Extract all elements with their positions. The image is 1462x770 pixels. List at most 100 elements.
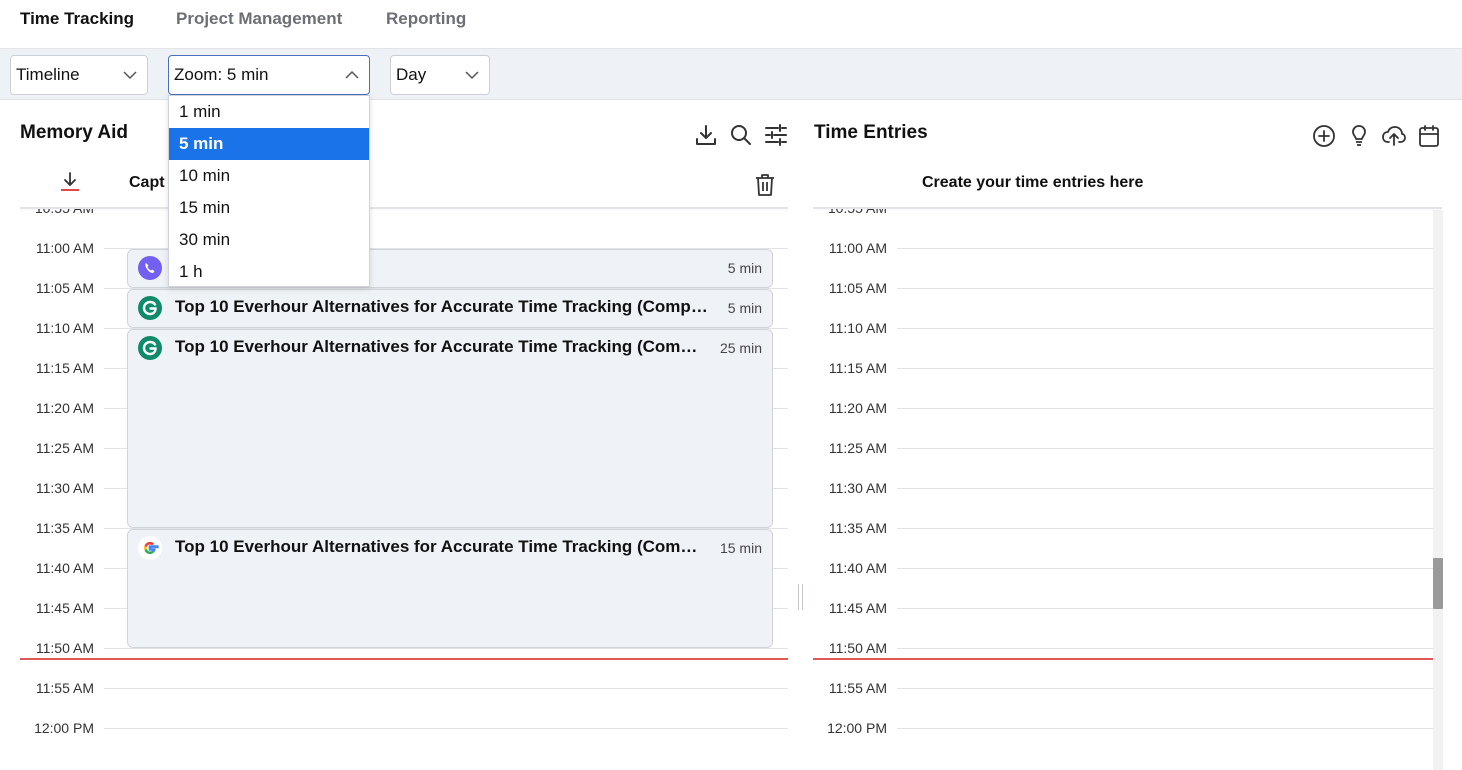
google-icon: [138, 536, 162, 560]
tab-project-management[interactable]: Project Management: [176, 9, 342, 29]
activity-duration: 5 min: [727, 260, 762, 276]
grid-line: [897, 608, 1433, 609]
toolbar: Timeline Zoom: 5 min Day: [0, 49, 1462, 100]
timeline-row[interactable]: 11:25 AM: [813, 440, 1442, 488]
panel-splitter[interactable]: [797, 584, 805, 610]
activity-title: Top 10 Everhour Alternatives for Accurat…: [175, 297, 711, 316]
activity-block[interactable]: Top 10 Everhour Alternatives for Accurat…: [127, 529, 773, 648]
capture-label: Capt: [129, 174, 165, 191]
filter-sliders-icon[interactable]: [764, 123, 788, 147]
timeline-row[interactable]: 11:15 AM: [813, 360, 1442, 408]
create-entries-hint: Create your time entries here: [922, 174, 1144, 191]
timeline-row[interactable]: 11:35 AM: [813, 520, 1442, 568]
time-label: 11:15 AM: [35, 360, 94, 376]
time-label: 12:00 PM: [827, 720, 887, 736]
time-entries-title: Time Entries: [814, 122, 928, 143]
tab-time-tracking[interactable]: Time Tracking: [20, 9, 134, 29]
timeline-row[interactable]: 11:05 AM: [813, 280, 1442, 328]
timeline-row[interactable]: 11:30 AM: [813, 480, 1442, 528]
grid-line: [897, 688, 1433, 689]
time-label: 11:20 AM: [35, 400, 94, 416]
zoom-option-15-min[interactable]: 15 min: [169, 192, 369, 224]
download-icon[interactable]: [694, 123, 718, 147]
timeline-row[interactable]: 11:10 AM: [813, 320, 1442, 368]
view-select-value: Timeline: [16, 65, 80, 84]
time-label: 11:40 AM: [828, 560, 887, 576]
time-label: 11:25 AM: [828, 440, 887, 456]
timeline-row[interactable]: 11:50 AM: [813, 640, 1442, 688]
grid-line: [897, 528, 1433, 529]
lightbulb-icon[interactable]: [1347, 124, 1371, 148]
grammarly-icon: [138, 336, 162, 360]
cloud-upload-icon[interactable]: [1382, 124, 1406, 148]
view-select[interactable]: Timeline: [10, 55, 148, 95]
scrollbar-thumb[interactable]: [1433, 558, 1443, 609]
zoom-select[interactable]: Zoom: 5 min: [168, 55, 370, 95]
trash-icon[interactable]: [754, 173, 776, 197]
timeline-row[interactable]: 12:00 PM: [813, 720, 1442, 768]
chevron-down-icon: [465, 71, 479, 80]
timeline-row[interactable]: 11:50 AM: [20, 640, 788, 688]
memory-aid-title: Memory Aid: [20, 122, 129, 143]
grid-line: [897, 488, 1433, 489]
grid-line: [897, 568, 1433, 569]
time-label: 11:30 AM: [35, 480, 94, 496]
zoom-option-30-min[interactable]: 30 min: [169, 224, 369, 256]
time-label: 11:55 AM: [828, 680, 887, 696]
zoom-select-value: Zoom: 5 min: [174, 65, 269, 84]
search-icon[interactable]: [729, 123, 753, 147]
grid-line: [897, 408, 1433, 409]
timeline-row[interactable]: 12:00 PM: [20, 720, 788, 768]
timeline-row[interactable]: 11:20 AM: [813, 400, 1442, 448]
timeline-row[interactable]: 11:45 AM: [813, 600, 1442, 648]
top-navigation: Time Tracking Project Management Reporti…: [0, 0, 1462, 49]
current-time-line: [20, 658, 788, 660]
range-select[interactable]: Day: [390, 55, 490, 95]
time-label: 11:00 AM: [828, 240, 887, 256]
time-label: 11:20 AM: [828, 400, 887, 416]
activity-block[interactable]: Top 10 Everhour Alternatives for Accurat…: [127, 289, 773, 328]
calendar-icon[interactable]: [1417, 124, 1441, 148]
grid-line: [897, 368, 1433, 369]
time-label: 11:30 AM: [828, 480, 887, 496]
memory-aid-capture-header: Capt: [20, 160, 788, 209]
grid-line: [897, 728, 1433, 729]
zoom-option-1-min[interactable]: 1 min: [169, 96, 369, 128]
current-time-line: [813, 658, 1433, 660]
time-label: 12:00 PM: [34, 720, 94, 736]
activity-block[interactable]: Top 10 Everhour Alternatives for Accurat…: [127, 329, 773, 528]
activity-duration: 5 min: [727, 300, 762, 316]
grid-line: [897, 648, 1433, 649]
time-label: 11:10 AM: [35, 320, 94, 336]
time-label: 11:15 AM: [828, 360, 887, 376]
zoom-option-10-min[interactable]: 10 min: [169, 160, 369, 192]
zoom-option-1-h[interactable]: 1 h: [169, 256, 369, 288]
time-label: 11:35 AM: [828, 520, 887, 536]
activity-title: Top 10 Everhour Alternatives for Accurat…: [175, 337, 701, 356]
time-entries-timeline: Create your time entries here 10:50 AM10…: [813, 160, 1442, 770]
grid-line: [104, 648, 788, 649]
time-label: 11:45 AM: [828, 600, 887, 616]
grammarly-icon: [138, 296, 162, 320]
activity-duration: 25 min: [719, 340, 762, 356]
add-circle-icon[interactable]: [1312, 124, 1336, 148]
time-label: 11:05 AM: [828, 280, 887, 296]
tab-reporting[interactable]: Reporting: [386, 9, 466, 29]
timeline-row[interactable]: 11:40 AM: [813, 560, 1442, 608]
chevron-up-icon: [345, 70, 359, 79]
time-label: 11:55 AM: [35, 680, 94, 696]
time-label: 11:50 AM: [35, 640, 94, 656]
download-capture-icon[interactable]: [60, 171, 80, 193]
timeline-row[interactable]: 10:55 AM: [20, 200, 788, 248]
grid-line: [897, 248, 1433, 249]
range-select-value: Day: [396, 65, 427, 84]
timeline-row[interactable]: 11:00 AM: [813, 240, 1442, 288]
zoom-option-5-min[interactable]: 5 min: [169, 128, 369, 160]
time-label: 11:00 AM: [35, 240, 94, 256]
grid-line: [104, 728, 788, 729]
timeline-row[interactable]: 11:55 AM: [813, 680, 1442, 728]
timeline-row[interactable]: 10:55 AM: [813, 200, 1442, 248]
time-label: 11:35 AM: [35, 520, 94, 536]
scrollbar-track[interactable]: [1433, 210, 1443, 770]
timeline-row[interactable]: 11:55 AM: [20, 680, 788, 728]
